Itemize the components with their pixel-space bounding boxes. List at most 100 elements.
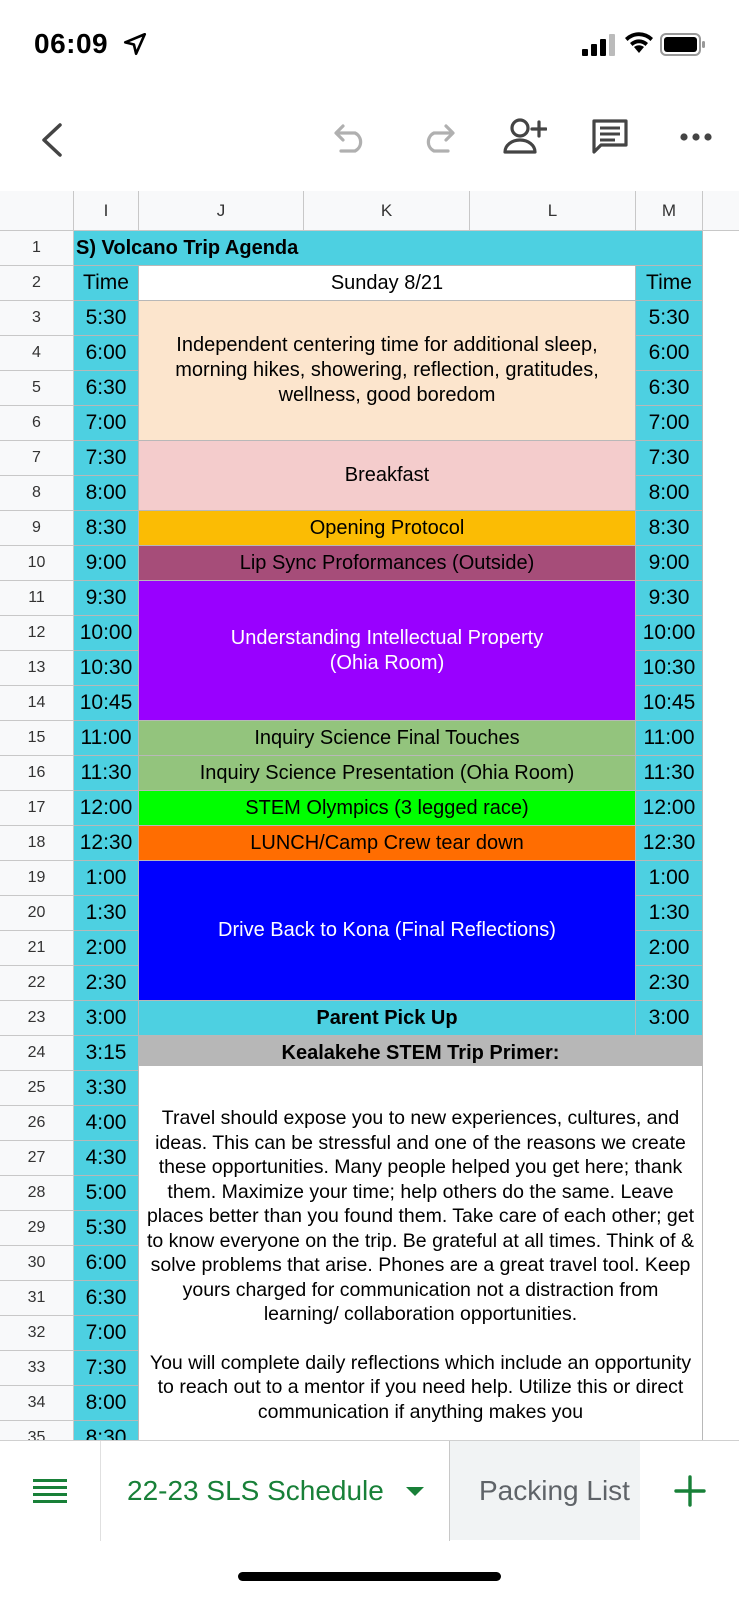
row-header[interactable]: 31 — [0, 1281, 74, 1316]
time-cell[interactable]: 9:00 — [636, 546, 703, 581]
row-header[interactable]: 3 — [0, 301, 74, 336]
column-header[interactable]: J — [139, 191, 304, 231]
time-cell[interactable]: 11:00 — [636, 721, 703, 756]
undo-icon[interactable] — [333, 122, 369, 154]
row-header[interactable]: 5 — [0, 371, 74, 406]
time-cell[interactable]: 7:30 — [74, 441, 139, 476]
tab-packing-list[interactable]: Packing List — [451, 1441, 639, 1541]
time-header-right[interactable]: Time — [636, 266, 703, 301]
time-cell[interactable]: 12:30 — [74, 826, 139, 861]
time-cell[interactable]: 2:00 — [74, 931, 139, 966]
row-header[interactable]: 11 — [0, 581, 74, 616]
row-header[interactable]: 26 — [0, 1106, 74, 1141]
add-sheet-button[interactable] — [640, 1441, 739, 1541]
activity-drive-back[interactable]: Drive Back to Kona (Final Reflections) — [139, 861, 636, 1001]
time-cell[interactable]: 8:00 — [74, 476, 139, 511]
time-cell[interactable]: 8:30 — [636, 511, 703, 546]
more-icon[interactable] — [680, 132, 712, 142]
corner-cell[interactable] — [0, 191, 74, 231]
time-cell[interactable]: 7:30 — [636, 441, 703, 476]
time-cell[interactable]: 8:30 — [74, 511, 139, 546]
add-person-icon[interactable] — [503, 116, 547, 156]
time-cell[interactable]: 10:00 — [74, 616, 139, 651]
row-header[interactable]: 25 — [0, 1071, 74, 1106]
time-cell[interactable]: 2:30 — [636, 966, 703, 1001]
column-header[interactable] — [703, 191, 739, 231]
time-cell[interactable]: 7:00 — [636, 406, 703, 441]
time-cell[interactable]: 7:00 — [74, 406, 139, 441]
row-header[interactable]: 28 — [0, 1176, 74, 1211]
time-cell[interactable]: 8:00 — [74, 1386, 139, 1421]
time-cell[interactable]: 3:30 — [74, 1071, 139, 1106]
time-cell[interactable]: 6:00 — [74, 336, 139, 371]
time-cell[interactable]: 12:00 — [74, 791, 139, 826]
row-header[interactable]: 19 — [0, 861, 74, 896]
comment-icon[interactable] — [591, 118, 629, 156]
time-cell[interactable]: 10:30 — [74, 651, 139, 686]
time-cell[interactable]: 10:45 — [74, 686, 139, 721]
time-cell[interactable]: 5:30 — [636, 301, 703, 336]
spreadsheet-grid[interactable]: I J K L M 1 2 3 4 5 6 7 8 9 10 11 12 13 … — [0, 191, 739, 1440]
row-header[interactable]: 27 — [0, 1141, 74, 1176]
activity-inquiry-presentation[interactable]: Inquiry Science Presentation (Ohia Room) — [139, 756, 636, 791]
column-header[interactable]: K — [304, 191, 470, 231]
row-header[interactable]: 22 — [0, 966, 74, 1001]
row-header[interactable]: 9 — [0, 511, 74, 546]
row-header[interactable]: 35 — [0, 1421, 74, 1440]
time-cell[interactable]: 2:00 — [636, 931, 703, 966]
row-header[interactable]: 32 — [0, 1316, 74, 1351]
chevron-down-icon[interactable] — [405, 1486, 424, 1496]
activity-opening-protocol[interactable]: Opening Protocol — [139, 511, 636, 546]
time-cell[interactable]: 3:00 — [636, 1001, 703, 1036]
time-cell[interactable]: 1:00 — [74, 861, 139, 896]
row-header[interactable]: 15 — [0, 721, 74, 756]
column-header[interactable]: M — [636, 191, 703, 231]
activity-inquiry-final-touches[interactable]: Inquiry Science Final Touches — [139, 721, 636, 756]
time-cell[interactable]: 5:30 — [74, 1211, 139, 1246]
activity-lunch[interactable]: LUNCH/Camp Crew tear down — [139, 826, 636, 861]
activity-intellectual-property[interactable]: Understanding Intellectual Property (Ohi… — [139, 581, 636, 721]
time-cell[interactable]: 1:00 — [636, 861, 703, 896]
row-header[interactable]: 14 — [0, 686, 74, 721]
row-header[interactable]: 24 — [0, 1036, 74, 1071]
time-cell[interactable]: 1:30 — [74, 896, 139, 931]
row-header[interactable]: 6 — [0, 406, 74, 441]
row-header[interactable]: 16 — [0, 756, 74, 791]
row-header[interactable]: 7 — [0, 441, 74, 476]
activity-centering[interactable]: Independent centering time for additiona… — [139, 301, 636, 441]
row-header[interactable]: 21 — [0, 931, 74, 966]
time-cell[interactable]: 9:00 — [74, 546, 139, 581]
row-header[interactable]: 4 — [0, 336, 74, 371]
time-header-left[interactable]: Time — [74, 266, 139, 301]
activity-stem-olympics[interactable]: STEM Olympics (3 legged race) — [139, 791, 636, 826]
row-header[interactable]: 12 — [0, 616, 74, 651]
time-cell[interactable]: 6:30 — [74, 1281, 139, 1316]
redo-icon[interactable] — [420, 122, 456, 154]
time-cell[interactable]: 11:30 — [636, 756, 703, 791]
row-header[interactable]: 2 — [0, 266, 74, 301]
all-sheets-menu-button[interactable] — [0, 1441, 100, 1541]
time-cell[interactable]: 6:30 — [636, 371, 703, 406]
row-header[interactable]: 29 — [0, 1211, 74, 1246]
time-cell[interactable]: 2:30 — [74, 966, 139, 1001]
row-header[interactable]: 34 — [0, 1386, 74, 1421]
primer-text[interactable]: Travel should expose you to new experien… — [139, 1066, 703, 1440]
time-cell[interactable]: 11:00 — [74, 721, 139, 756]
empty-column[interactable] — [703, 231, 739, 1440]
activity-lip-sync[interactable]: Lip Sync Proformances (Outside) — [139, 546, 636, 581]
row-header[interactable]: 33 — [0, 1351, 74, 1386]
time-cell[interactable]: 7:00 — [74, 1316, 139, 1351]
time-cell[interactable]: 11:30 — [74, 756, 139, 791]
row-header[interactable]: 23 — [0, 1001, 74, 1036]
time-cell[interactable]: 3:15 — [74, 1036, 139, 1071]
row-header[interactable]: 10 — [0, 546, 74, 581]
column-header[interactable]: L — [470, 191, 636, 231]
time-cell[interactable]: 12:00 — [636, 791, 703, 826]
time-cell[interactable]: 6:30 — [74, 371, 139, 406]
time-cell[interactable]: 8:00 — [636, 476, 703, 511]
row-header[interactable]: 17 — [0, 791, 74, 826]
column-header[interactable]: I — [74, 191, 139, 231]
time-cell[interactable]: 4:30 — [74, 1141, 139, 1176]
row-header[interactable]: 20 — [0, 896, 74, 931]
row-header[interactable]: 8 — [0, 476, 74, 511]
